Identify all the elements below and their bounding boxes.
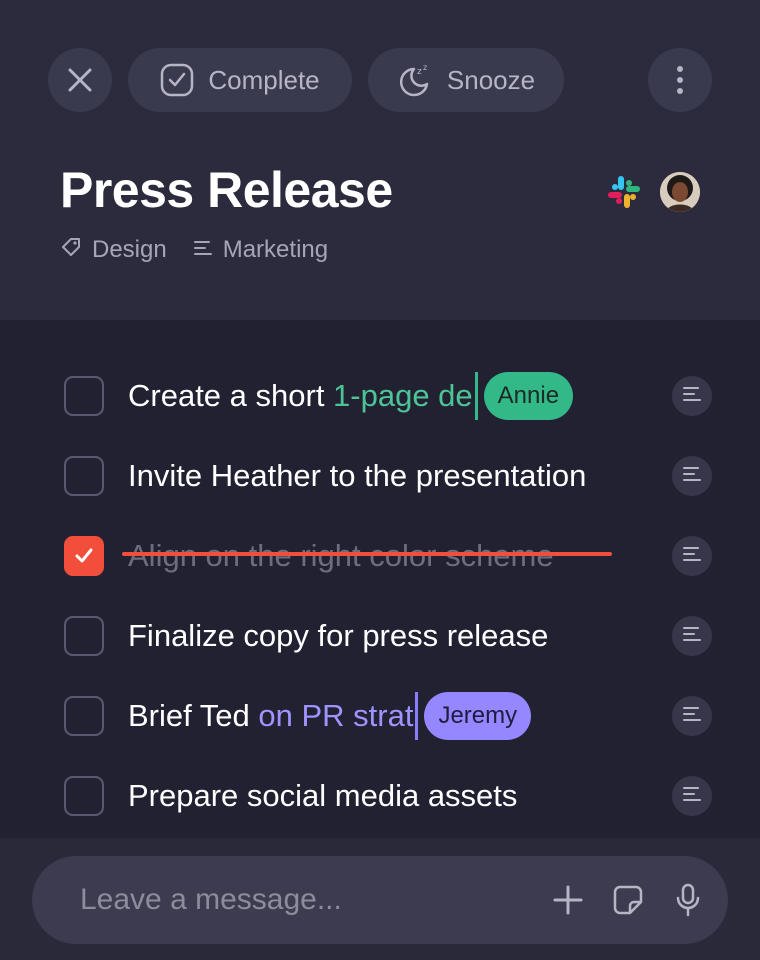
task-text-live-edit: 1-page de	[333, 378, 473, 413]
notes-icon	[683, 466, 701, 487]
svg-text:z: z	[417, 67, 422, 77]
slack-icon[interactable]	[604, 172, 644, 212]
notes-icon	[683, 786, 701, 807]
task-text-plain: Brief Ted	[128, 698, 259, 733]
complete-button[interactable]: Complete	[128, 48, 352, 112]
message-composer	[32, 856, 728, 944]
task-checkbox[interactable]	[64, 616, 104, 656]
task-text-live-edit: on PR strat	[258, 698, 414, 733]
task-checkbox[interactable]	[64, 776, 104, 816]
task-notes-button[interactable]	[672, 776, 712, 816]
task-tags: Design Marketing	[60, 232, 328, 268]
task-text[interactable]: Create a short 1-page de Annie	[128, 372, 574, 420]
message-input[interactable]	[80, 878, 520, 922]
lines-icon	[193, 236, 213, 264]
task-notes-button[interactable]	[672, 376, 712, 416]
collaborator-cursor	[415, 692, 419, 740]
notes-icon	[683, 546, 701, 567]
task-text-plain: Create a short	[128, 378, 334, 413]
strikethrough-line	[122, 552, 612, 556]
task-notes-button[interactable]	[672, 616, 712, 656]
task-checkbox[interactable]	[64, 696, 104, 736]
task-notes-button[interactable]	[672, 696, 712, 736]
notes-icon	[683, 626, 701, 647]
more-vertical-icon	[676, 65, 684, 95]
task-text[interactable]: Brief Ted on PR strat Jeremy	[128, 692, 532, 740]
tag-icon	[60, 236, 82, 265]
add-icon[interactable]	[550, 882, 586, 918]
collaborator-badge: Jeremy	[424, 692, 532, 740]
task-notes-button[interactable]	[672, 536, 712, 576]
moon-snooze-icon: zz	[397, 63, 433, 97]
task-checkbox[interactable]	[64, 456, 104, 496]
svg-text:z: z	[423, 63, 427, 72]
sticker-icon[interactable]	[610, 882, 646, 918]
notes-icon	[683, 386, 701, 407]
tag-label: Marketing	[222, 236, 329, 263]
complete-label: Complete	[208, 64, 320, 95]
task-text[interactable]: Invite Heather to the presentation	[128, 454, 586, 498]
tag-design[interactable]: Design	[60, 236, 167, 265]
tag-label: Design	[92, 236, 167, 263]
task-text[interactable]: Finalize copy for press release	[128, 614, 548, 658]
task-checkbox[interactable]	[64, 376, 104, 416]
check-square-icon	[160, 63, 194, 97]
list-item: Align on the right color scheme	[0, 516, 760, 596]
close-button[interactable]	[48, 48, 112, 112]
list-item: Finalize copy for press release	[0, 596, 760, 676]
list-item: Prepare social media assets	[0, 756, 760, 836]
tag-marketing[interactable]: Marketing	[193, 236, 328, 264]
task-notes-button[interactable]	[672, 456, 712, 496]
close-icon	[66, 66, 94, 94]
snooze-label: Snooze	[446, 64, 536, 95]
microphone-icon[interactable]	[670, 882, 706, 918]
list-item: Create a short 1-page de Annie	[0, 356, 760, 436]
list-item: Invite Heather to the presentation	[0, 436, 760, 516]
notes-icon	[683, 706, 701, 727]
task-text-completed[interactable]: Align on the right color scheme	[128, 534, 554, 578]
assignee-avatar[interactable]	[660, 172, 700, 212]
list-item: Brief Ted on PR strat Jeremy	[0, 676, 760, 756]
snooze-button[interactable]: zz Snooze	[368, 48, 564, 112]
more-options-button[interactable]	[648, 48, 712, 112]
collaborator-cursor	[474, 372, 478, 420]
task-checkbox-checked[interactable]	[64, 536, 104, 576]
page-title: Press Release	[60, 162, 393, 218]
task-text[interactable]: Prepare social media assets	[128, 774, 517, 818]
collaborator-badge: Annie	[483, 372, 574, 420]
